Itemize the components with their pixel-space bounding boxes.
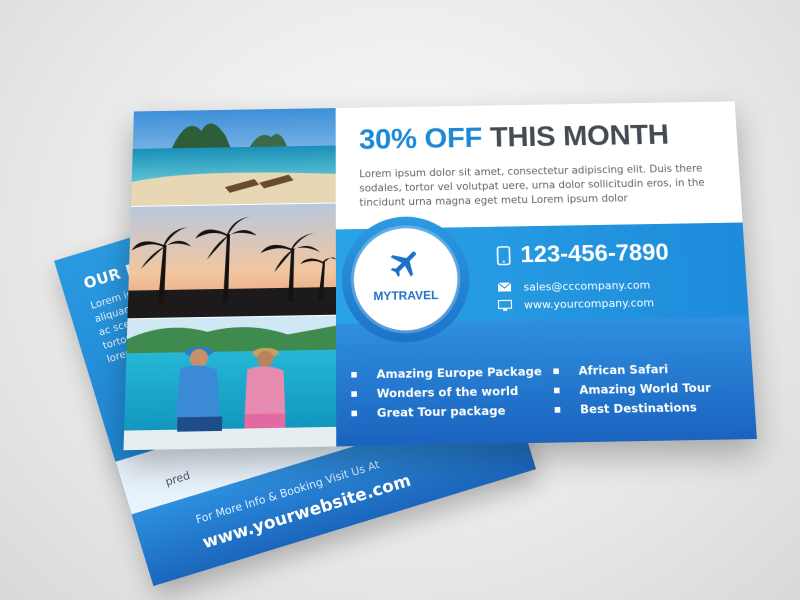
package-item: Great Tour package bbox=[377, 403, 506, 420]
email-address: sales@cccompany.com bbox=[523, 278, 651, 294]
package-item: Wonders of the world bbox=[377, 384, 519, 401]
brand-logo-text: MYTRAVEL bbox=[373, 288, 439, 304]
headline: 30% OFF THIS MONTH bbox=[359, 119, 670, 156]
photo-column bbox=[123, 108, 337, 451]
couple-pool-photo bbox=[123, 315, 337, 451]
sunset-palms-photo bbox=[127, 203, 337, 319]
package-item: Amazing World Tour bbox=[579, 380, 711, 397]
package-item: Best Destinations bbox=[580, 400, 697, 416]
description-text: Lorem ipsum dolor sit amet, consectetur … bbox=[359, 162, 705, 209]
island-photo bbox=[131, 108, 336, 206]
mail-icon bbox=[497, 282, 511, 292]
front-postcard: 30% OFF THIS MONTH Lorem ipsum dolor sit… bbox=[123, 101, 757, 451]
package-item: African Safari bbox=[578, 362, 668, 378]
phone-icon bbox=[496, 246, 510, 266]
package-item: Amazing Europe Package bbox=[376, 364, 541, 381]
airplane-icon bbox=[387, 245, 424, 282]
website-url: www.yourcompany.com bbox=[523, 296, 655, 312]
headline-discount: 30% OFF bbox=[359, 122, 483, 156]
headline-period: THIS MONTH bbox=[489, 119, 670, 154]
phone-number: 123-456-7890 bbox=[520, 239, 670, 269]
monitor-icon bbox=[497, 299, 513, 311]
